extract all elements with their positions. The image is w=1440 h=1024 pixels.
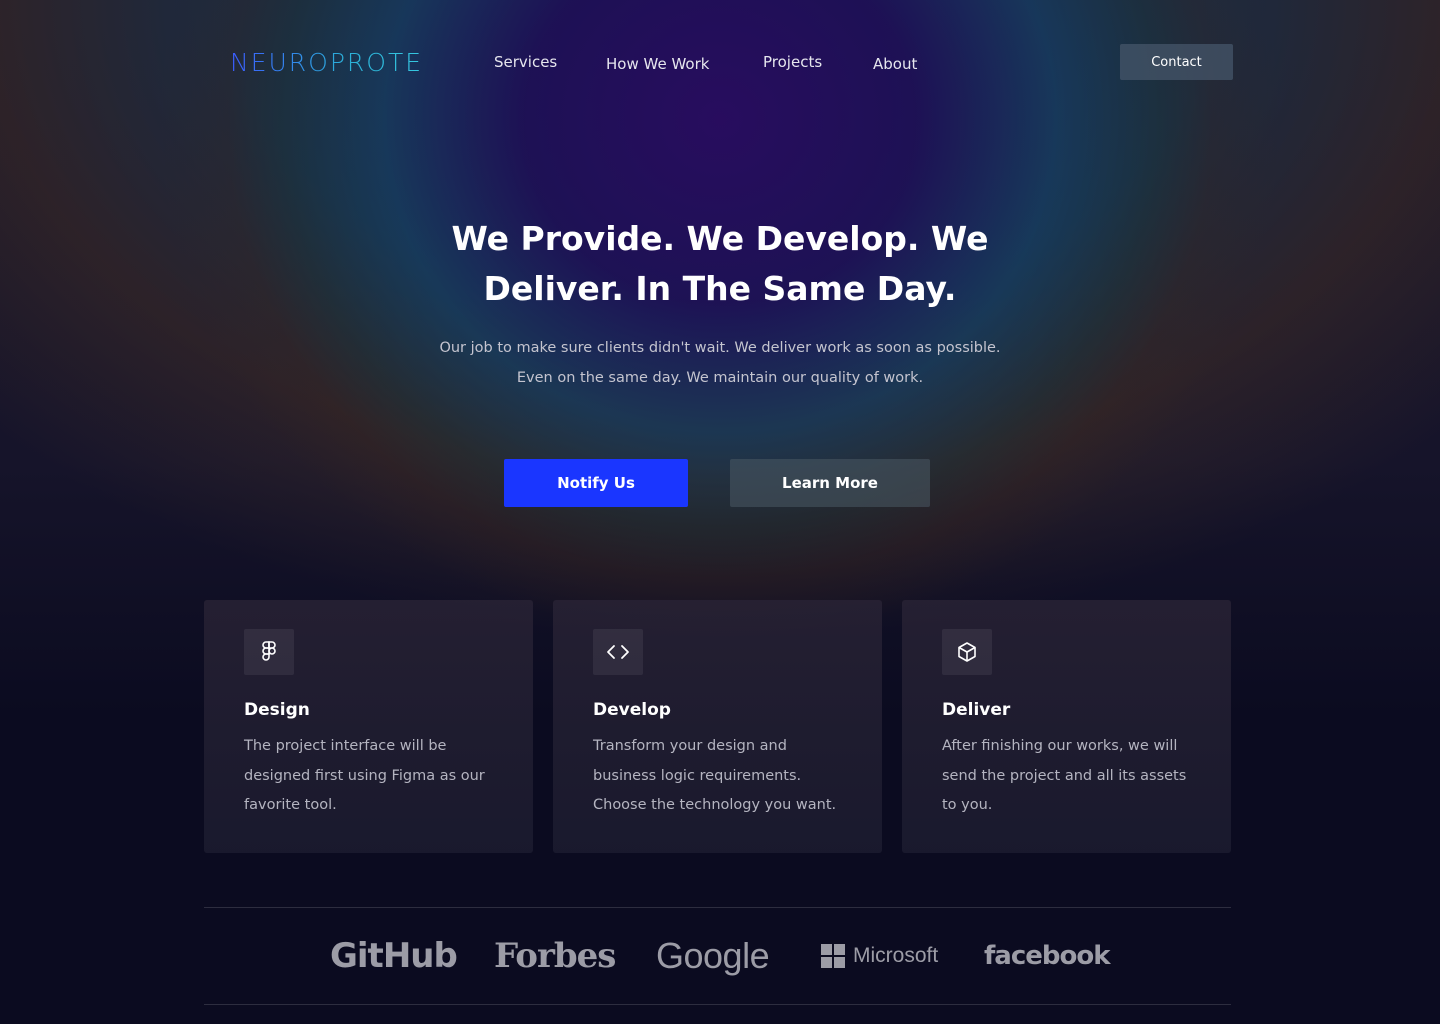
card-text: After finishing our works, we will send … bbox=[942, 738, 1187, 813]
card-text: Transform your design and business logic… bbox=[593, 738, 837, 813]
brand-logo[interactable]: NEUROPROTE bbox=[230, 48, 423, 77]
brands-divider-bottom bbox=[204, 1004, 1231, 1005]
learn-more-button[interactable]: Learn More bbox=[730, 459, 930, 507]
nav-link-projects[interactable]: Projects bbox=[763, 53, 822, 71]
card-title: Develop bbox=[593, 700, 671, 720]
hero-title: We Provide. We Develop. We Deliver. In T… bbox=[451, 219, 989, 308]
nav-link-about[interactable]: About bbox=[873, 55, 917, 73]
microsoft-icon bbox=[821, 944, 845, 968]
code-icon bbox=[593, 629, 643, 675]
github-logo: GitHub bbox=[330, 936, 458, 976]
top-nav: NEUROPROTE Services How We Work Projects… bbox=[0, 0, 1440, 120]
figma-icon bbox=[244, 629, 294, 675]
facebook-logo: facebook bbox=[984, 941, 1111, 971]
service-card-deliver: Deliver After finishing our works, we wi… bbox=[902, 600, 1231, 853]
brands-divider-top bbox=[204, 907, 1231, 908]
microsoft-label: Microsoft bbox=[853, 944, 939, 967]
box-icon bbox=[942, 629, 992, 675]
hero-description: Our job to make sure clients didn't wait… bbox=[439, 340, 1001, 386]
nav-link-how-we-work[interactable]: How We Work bbox=[606, 55, 709, 73]
service-card-develop: Develop Transform your design and busine… bbox=[553, 600, 882, 853]
card-text: The project interface will be designed f… bbox=[244, 738, 485, 813]
contact-button[interactable]: Contact bbox=[1120, 44, 1233, 80]
google-logo: Google bbox=[656, 935, 770, 976]
service-card-design: Design The project interface will be des… bbox=[204, 600, 533, 853]
microsoft-logo: Microsoft bbox=[821, 932, 938, 980]
card-title: Deliver bbox=[942, 700, 1011, 720]
card-title: Design bbox=[244, 700, 310, 720]
forbes-logo: Forbes bbox=[494, 936, 616, 976]
nav-link-services[interactable]: Services bbox=[494, 53, 557, 71]
notify-us-button[interactable]: Notify Us bbox=[504, 459, 688, 507]
